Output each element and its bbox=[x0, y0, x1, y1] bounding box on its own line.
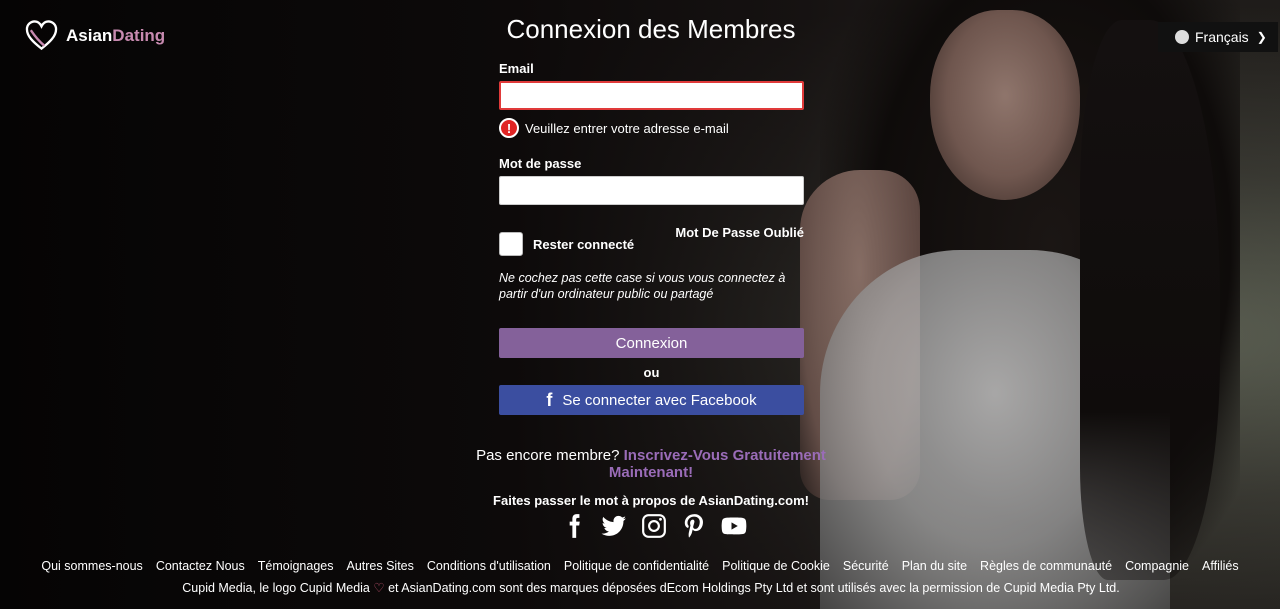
copyright-text-2: et AsianDating.com sont des marques dépo… bbox=[388, 581, 1120, 595]
footer-link[interactable]: Conditions d'utilisation bbox=[427, 559, 551, 573]
language-selector[interactable]: Français ❯ bbox=[1158, 22, 1278, 52]
remember-checkbox[interactable] bbox=[499, 232, 523, 256]
heart-logo-icon bbox=[25, 20, 58, 51]
footer-link[interactable]: Autres Sites bbox=[347, 559, 414, 573]
password-label: Mot de passe bbox=[499, 156, 582, 171]
youtube-icon[interactable] bbox=[721, 513, 747, 539]
facebook-icon: f bbox=[546, 389, 553, 410]
copyright: Cupid Media, le logo Cupid Media ♡ et As… bbox=[0, 580, 1280, 595]
facebook-login-button[interactable]: f Se connecter avec Facebook bbox=[499, 385, 804, 415]
or-divider: ou bbox=[643, 365, 660, 380]
footer-link[interactable]: Qui sommes-nous bbox=[41, 559, 142, 573]
cupid-heart-icon: ♡ bbox=[373, 581, 385, 595]
signup-prompt: Pas encore membre? Inscrivez-Vous Gratui… bbox=[440, 447, 862, 481]
remember-note: Ne cochez pas cette case si vous vous co… bbox=[499, 271, 786, 301]
twitter-icon[interactable] bbox=[601, 513, 627, 539]
email-error: ! Veuillez entrer votre adresse e-mail bbox=[499, 118, 804, 138]
login-button[interactable]: Connexion bbox=[499, 328, 804, 358]
footer-link[interactable]: Politique de confidentialité bbox=[564, 559, 709, 573]
signup-link[interactable]: Inscrivez-Vous Gratuitement Maintenant! bbox=[609, 447, 826, 481]
page-title: Connexion des Membres bbox=[506, 14, 796, 44]
footer-link[interactable]: Politique de Cookie bbox=[722, 559, 830, 573]
footer-link[interactable]: Plan du site bbox=[902, 559, 967, 573]
email-error-text: Veuillez entrer votre adresse e-mail bbox=[525, 120, 729, 136]
footer-link[interactable]: Témoignages bbox=[258, 559, 334, 573]
share-text: Faites passer le mot à propos de AsianDa… bbox=[493, 493, 809, 508]
remember-label: Rester connecté bbox=[533, 236, 635, 252]
footer-link[interactable]: Contactez Nous bbox=[156, 559, 245, 573]
social-links bbox=[561, 513, 747, 539]
footer-link[interactable]: Règles de communauté bbox=[980, 559, 1112, 573]
login-form: Email ! Veuillez entrer votre adresse e-… bbox=[499, 61, 804, 415]
site-logo[interactable]: AsianDating bbox=[25, 20, 165, 52]
copyright-text-1: Cupid Media, le logo Cupid Media bbox=[182, 581, 370, 595]
email-label: Email bbox=[499, 61, 534, 76]
footer-link[interactable]: Affiliés bbox=[1202, 559, 1239, 573]
facebook-login-label: Se connecter avec Facebook bbox=[562, 391, 757, 409]
pinterest-icon[interactable] bbox=[681, 513, 707, 539]
instagram-icon[interactable] bbox=[641, 513, 667, 539]
password-field[interactable] bbox=[499, 176, 804, 205]
error-icon: ! bbox=[499, 118, 519, 138]
email-field[interactable] bbox=[499, 81, 804, 110]
facebook-icon[interactable] bbox=[561, 513, 587, 539]
footer-links: Qui sommes-nous Contactez Nous Témoignages… bbox=[0, 559, 1280, 573]
footer-link[interactable]: Sécurité bbox=[843, 559, 889, 573]
chevron-down-icon: ❯ bbox=[1256, 30, 1267, 44]
language-label: Français bbox=[1195, 29, 1249, 45]
brand-name: AsianDating bbox=[66, 26, 166, 45]
globe-icon bbox=[1175, 30, 1189, 44]
footer-link[interactable]: Compagnie bbox=[1125, 559, 1189, 573]
signup-prompt-text: Pas encore membre? bbox=[476, 447, 620, 464]
